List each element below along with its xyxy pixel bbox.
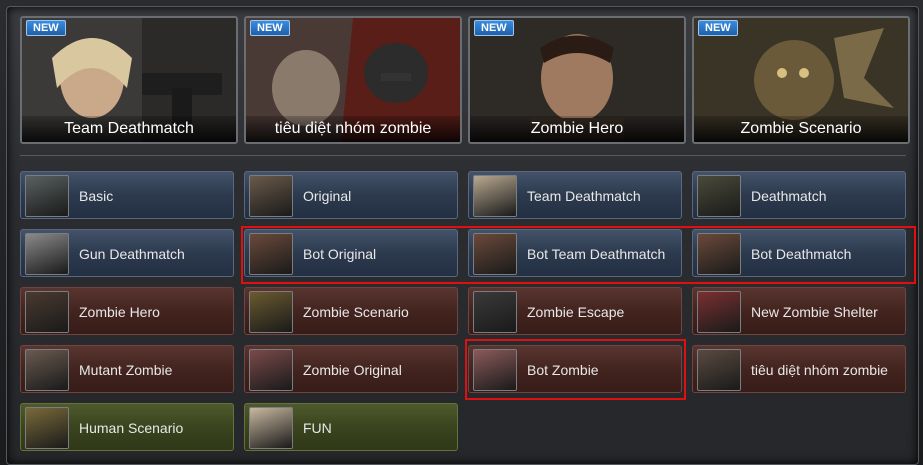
- mode-item[interactable]: Zombie Original: [244, 345, 458, 393]
- mode-thumbnail-icon: [25, 233, 69, 275]
- mode-label: FUN: [303, 420, 332, 436]
- mode-item[interactable]: Bot Zombie: [468, 345, 682, 393]
- mode-item[interactable]: Bot Team Deathmatch: [468, 229, 682, 277]
- mode-thumbnail-icon: [25, 291, 69, 333]
- mode-item[interactable]: Bot Deathmatch: [692, 229, 906, 277]
- mode-thumbnail-icon: [249, 291, 293, 333]
- banner-team-deathmatch[interactable]: NEW Team Deathmatch: [20, 16, 238, 144]
- mode-item[interactable]: Mutant Zombie: [20, 345, 234, 393]
- mode-label: Bot Deathmatch: [751, 246, 852, 262]
- mode-label: Gun Deathmatch: [79, 246, 185, 262]
- mode-item[interactable]: Zombie Escape: [468, 287, 682, 335]
- mode-item[interactable]: Basic: [20, 171, 234, 219]
- mode-label: Zombie Original: [303, 362, 402, 378]
- divider: [20, 155, 906, 156]
- mode-label: Deathmatch: [751, 188, 827, 204]
- mode-label: Human Scenario: [79, 420, 184, 436]
- mode-thumbnail-icon: [697, 291, 741, 333]
- mode-label: Zombie Scenario: [303, 304, 409, 320]
- banner-label: Team Deathmatch: [22, 116, 236, 142]
- mode-thumbnail-icon: [249, 175, 293, 217]
- new-badge: NEW: [26, 20, 66, 36]
- new-badge: NEW: [250, 20, 290, 36]
- banner-label: tiêu diệt nhóm zombie: [246, 116, 460, 142]
- mode-thumbnail-icon: [249, 233, 293, 275]
- mode-item[interactable]: Human Scenario: [20, 403, 234, 451]
- mode-thumbnail-icon: [249, 349, 293, 391]
- mode-label: tiêu diệt nhóm zombie: [751, 362, 888, 378]
- mode-label: Basic: [79, 188, 114, 204]
- mode-thumbnail-icon: [25, 175, 69, 217]
- mode-label: Mutant Zombie: [79, 362, 173, 378]
- mode-item[interactable]: Deathmatch: [692, 171, 906, 219]
- mode-item[interactable]: FUN: [244, 403, 458, 451]
- banner-label: Zombie Hero: [470, 116, 684, 142]
- mode-thumbnail-icon: [697, 349, 741, 391]
- featured-modes: NEW Team Deathmatch NEW tiêu diệt nhóm z…: [20, 16, 910, 144]
- mode-thumbnail-icon: [697, 233, 741, 275]
- new-badge: NEW: [698, 20, 738, 36]
- mode-thumbnail-icon: [25, 407, 69, 449]
- mode-thumbnail-icon: [697, 175, 741, 217]
- mode-item[interactable]: Zombie Scenario: [244, 287, 458, 335]
- mode-item[interactable]: Bot Original: [244, 229, 458, 277]
- banner-label: Zombie Scenario: [694, 116, 908, 142]
- mode-thumbnail-icon: [25, 349, 69, 391]
- mode-item[interactable]: New Zombie Shelter: [692, 287, 906, 335]
- mode-label: Team Deathmatch: [527, 188, 641, 204]
- mode-label: Bot Team Deathmatch: [527, 246, 666, 262]
- mode-label: Bot Zombie: [527, 362, 599, 378]
- mode-label: Zombie Escape: [527, 304, 625, 320]
- mode-label: New Zombie Shelter: [751, 304, 878, 320]
- mode-item[interactable]: Zombie Hero: [20, 287, 234, 335]
- mode-label: Bot Original: [303, 246, 377, 262]
- mode-label: Original: [303, 188, 352, 204]
- mode-item[interactable]: Gun Deathmatch: [20, 229, 234, 277]
- mode-item[interactable]: Team Deathmatch: [468, 171, 682, 219]
- mode-thumbnail-icon: [473, 349, 517, 391]
- new-badge: NEW: [474, 20, 514, 36]
- banner-kill-zombie-team[interactable]: NEW tiêu diệt nhóm zombie: [244, 16, 462, 144]
- mode-thumbnail-icon: [473, 175, 517, 217]
- mode-item[interactable]: Original: [244, 171, 458, 219]
- mode-thumbnail-icon: [473, 291, 517, 333]
- mode-thumbnail-icon: [249, 407, 293, 449]
- mode-label: Zombie Hero: [79, 304, 160, 320]
- banner-zombie-hero[interactable]: NEW Zombie Hero: [468, 16, 686, 144]
- banner-zombie-scenario[interactable]: NEW Zombie Scenario: [692, 16, 910, 144]
- mode-item[interactable]: tiêu diệt nhóm zombie: [692, 345, 906, 393]
- mode-thumbnail-icon: [473, 233, 517, 275]
